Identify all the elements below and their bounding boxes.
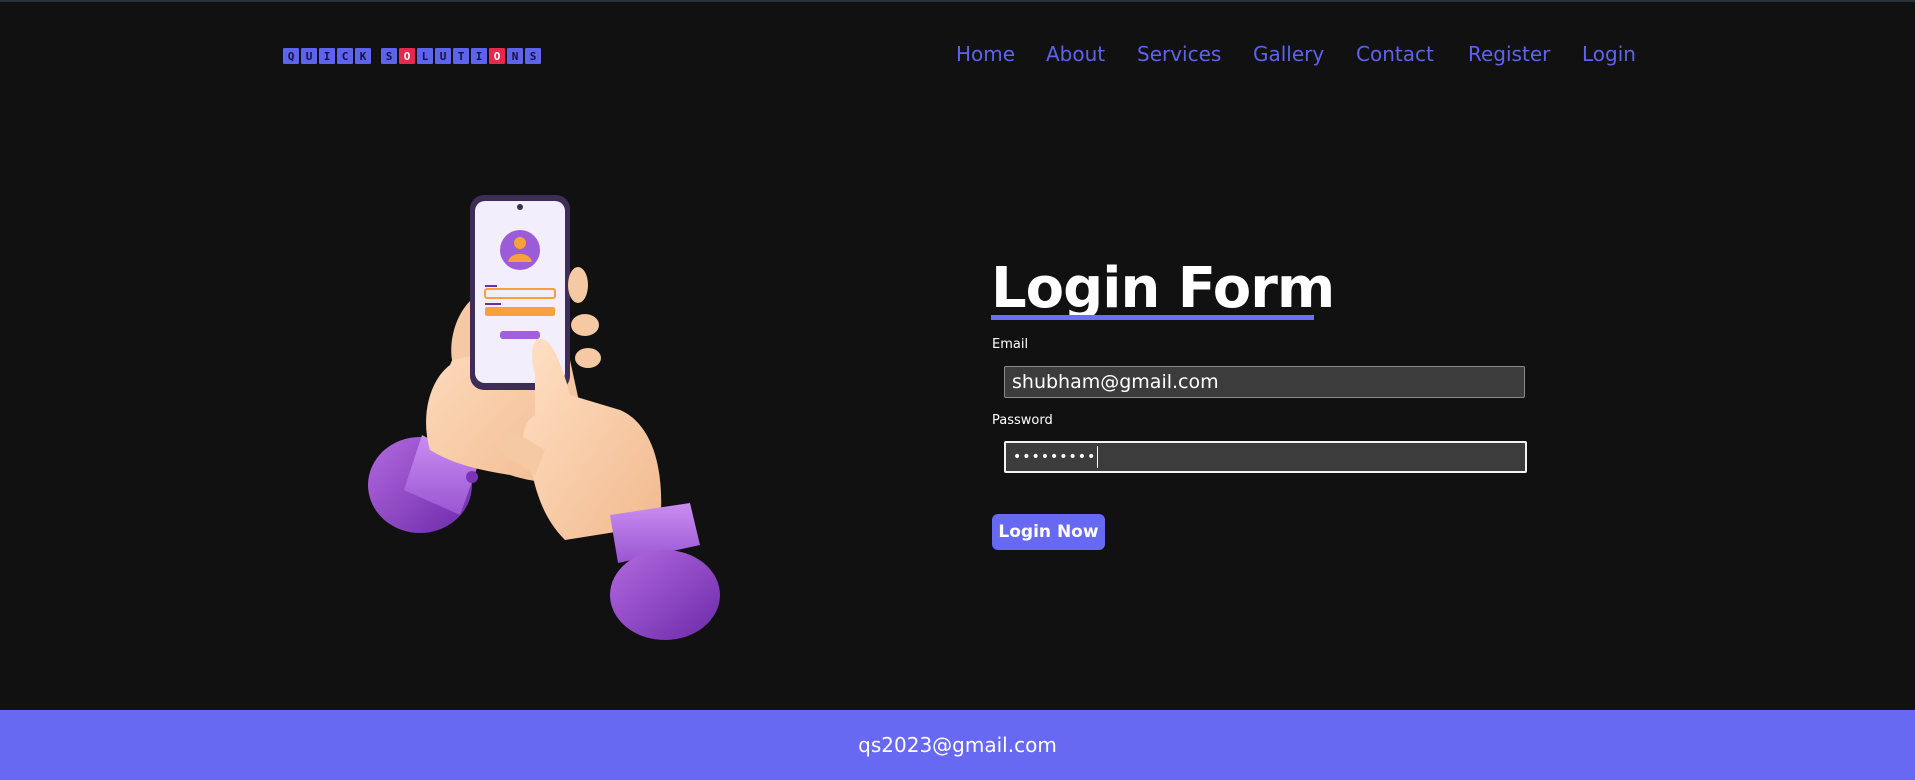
nav-home-link[interactable]: Home — [956, 42, 1015, 66]
email-field[interactable]: shubham@gmail.com — [1004, 366, 1525, 398]
nav-login-link[interactable]: Login — [1582, 42, 1636, 66]
hand-phone-illustration — [360, 185, 740, 645]
footer-email[interactable]: qs2023@gmail.com — [858, 733, 1057, 757]
top-border — [0, 0, 1915, 2]
title-underline — [991, 315, 1314, 320]
text-caret — [1097, 446, 1099, 468]
nav-gallery-link[interactable]: Gallery — [1253, 42, 1324, 66]
password-field[interactable]: ••••••••• — [1004, 441, 1527, 473]
login-form-title: Login Form — [991, 256, 1335, 321]
footer: qs2023@gmail.com — [0, 710, 1915, 780]
hand-holding-phone-icon — [368, 195, 720, 640]
nav-about-link[interactable]: About — [1046, 42, 1105, 66]
nav-contact-link[interactable]: Contact — [1356, 42, 1434, 66]
main-nav: Home About Services Gallery Contact Regi… — [0, 42, 1915, 70]
login-now-button[interactable]: Login Now — [992, 514, 1105, 550]
password-label: Password — [992, 413, 1053, 428]
nav-services-link[interactable]: Services — [1137, 42, 1221, 66]
email-field-value: shubham@gmail.com — [1012, 371, 1219, 393]
email-label: Email — [992, 337, 1029, 352]
nav-register-link[interactable]: Register — [1468, 42, 1550, 66]
password-field-value: ••••••••• — [1013, 449, 1097, 465]
